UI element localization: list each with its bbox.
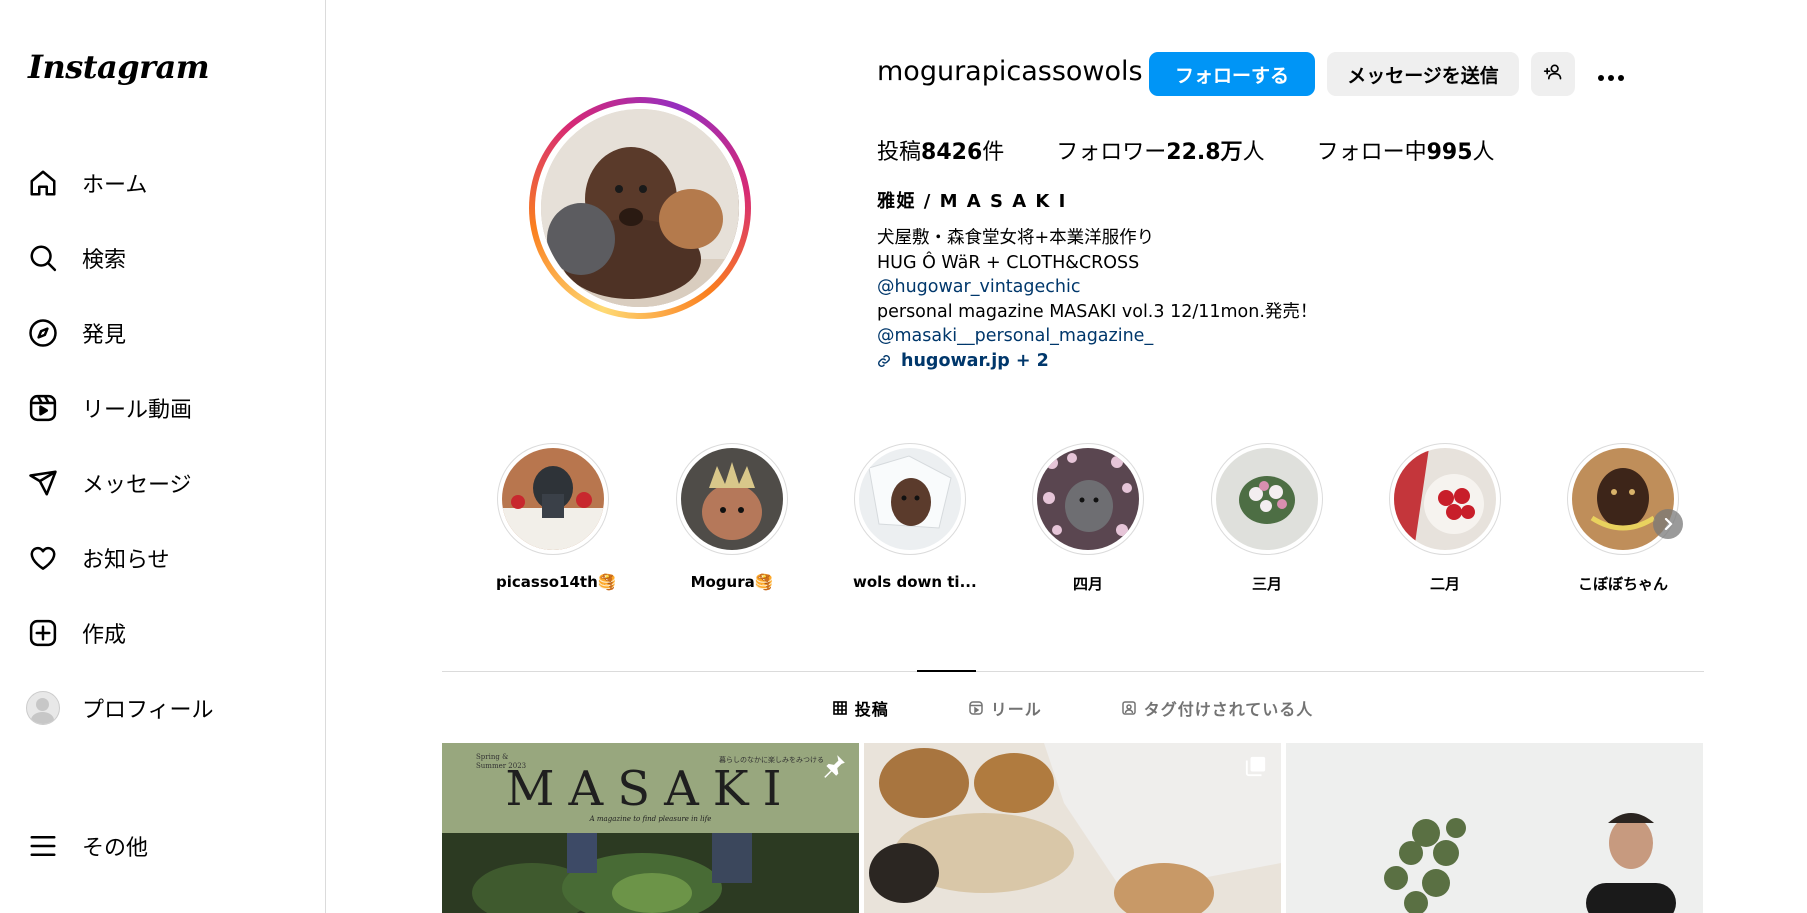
highlight-item[interactable]: 二月 xyxy=(1388,443,1502,594)
highlight-name: wols down ti... xyxy=(853,573,977,591)
more-options-button[interactable] xyxy=(1589,52,1633,96)
reels-icon xyxy=(968,701,983,715)
tab-posts[interactable]: 投稿 xyxy=(832,696,889,720)
plus-square-icon xyxy=(26,616,60,650)
highlight-name: 二月 xyxy=(1429,575,1460,593)
highlight-item[interactable]: Mogura🥞 xyxy=(675,443,789,591)
highlight-item[interactable]: wols down ti... xyxy=(853,443,977,591)
sidebar-item-profile[interactable]: プロフィール xyxy=(26,670,306,745)
carousel-icon xyxy=(1245,755,1267,781)
sidebar-item-home[interactable]: ホーム xyxy=(26,145,306,220)
website-link[interactable]: hugowar.jp + 2 xyxy=(901,349,1049,374)
tab-tagged[interactable]: タグ付けされている人 xyxy=(1122,696,1314,720)
sidebar-item-search[interactable]: 検索 xyxy=(26,220,306,295)
bio-line: HUG Ô WäR + CLOTH&CROSS xyxy=(877,252,1140,273)
avatar xyxy=(26,690,60,725)
search-icon xyxy=(26,241,60,275)
sidebar-item-label: その他 xyxy=(82,835,149,861)
highlight-name: こぼぼちゃん xyxy=(1577,575,1668,593)
active-tab-indicator xyxy=(917,670,976,672)
link-icon xyxy=(877,354,891,368)
highlight-cover xyxy=(1394,448,1496,550)
bio-line: 犬屋敷・森食堂女将+本業洋服作り xyxy=(877,228,1155,248)
sidebar-item-label: プロフィール xyxy=(82,697,214,723)
sidebar-item-label: お知らせ xyxy=(82,547,170,573)
sidebar-item-label: ホーム xyxy=(82,172,148,198)
suggest-users-button[interactable] xyxy=(1531,52,1575,96)
bio-mention-link[interactable]: @hugowar_vintagechic xyxy=(877,275,1317,300)
post-tile[interactable] xyxy=(1286,743,1703,913)
sidebar-item-label: 発見 xyxy=(82,322,127,348)
profile-picture[interactable] xyxy=(529,97,751,319)
highlight-item[interactable]: 三月 xyxy=(1210,443,1324,594)
instagram-logo[interactable]: Instagram xyxy=(28,48,210,86)
more-horizontal-icon xyxy=(1597,59,1625,89)
profile-tabs: 投稿 リール タグ付けされている人 xyxy=(442,670,1704,719)
highlight-cover xyxy=(502,448,604,550)
highlight-item[interactable]: 四月 xyxy=(1031,443,1145,594)
message-button[interactable]: メッセージを送信 xyxy=(1327,52,1519,96)
story-highlights: picasso14th🥞 Mogura🥞 wols down ti... 四月 … xyxy=(496,443,1679,594)
highlight-cover xyxy=(859,448,961,550)
tab-label: タグ付けされている人 xyxy=(1143,700,1314,719)
posts-grid: Spring & Summer 2023 暮らしのなかに楽しみをみつける MAS… xyxy=(442,743,1704,913)
profile-fullname: 雅姫 / M A S A K I xyxy=(877,191,1067,212)
followers-count[interactable]: フォロワー22.8万人 xyxy=(1056,134,1264,166)
posts-count: 投稿8426件 xyxy=(877,140,1005,165)
sidebar-item-reels[interactable]: リール動画 xyxy=(26,370,306,445)
reels-icon xyxy=(26,391,60,425)
bio-line: personal magazine MASAKI vol.3 12/11mon.… xyxy=(877,301,1318,322)
sidebar-item-label: メッセージ xyxy=(82,472,192,498)
sidebar-nav: ホーム 検索 発見 リール動画 メッセージ お知らせ 作成 プロフィール xyxy=(26,145,306,745)
following-count[interactable]: フォロー中995人 xyxy=(1317,134,1495,166)
highlight-cover xyxy=(681,448,783,550)
add-user-icon xyxy=(1543,62,1563,87)
sidebar-item-label: 作成 xyxy=(82,622,127,648)
tagged-user-icon xyxy=(1122,701,1136,715)
highlight-name: picasso14th🥞 xyxy=(496,573,617,591)
profile-stats: 投稿8426件 フォロワー22.8万人 フォロー中995人 xyxy=(877,134,1547,166)
highlight-item[interactable]: picasso14th🥞 xyxy=(496,443,617,591)
highlight-name: 四月 xyxy=(1072,575,1103,593)
compass-icon xyxy=(26,316,60,350)
profile-main: mogurapicassowols フォローする メッセージを送信 投稿8426… xyxy=(326,0,1807,913)
chevron-right-icon xyxy=(1662,514,1674,535)
sidebar-item-label: 検索 xyxy=(82,247,127,273)
send-icon xyxy=(26,466,60,500)
menu-icon xyxy=(26,829,60,863)
tab-label: リール xyxy=(990,700,1042,719)
heart-icon xyxy=(26,541,60,575)
pin-icon xyxy=(821,753,847,783)
profile-photo xyxy=(541,109,739,307)
highlight-name: Mogura🥞 xyxy=(690,573,774,591)
post-tile[interactable]: Spring & Summer 2023 暮らしのなかに楽しみをみつける MAS… xyxy=(442,743,859,913)
post-tile[interactable] xyxy=(864,743,1281,913)
sidebar-item-create[interactable]: 作成 xyxy=(26,595,306,670)
sidebar-item-label: リール動画 xyxy=(82,397,193,423)
sidebar-item-more[interactable]: その他 xyxy=(26,808,148,883)
sidebar-item-explore[interactable]: 発見 xyxy=(26,295,306,370)
post-magazine-subtitle: A magazine to find pleasure in life xyxy=(589,815,712,823)
sidebar-item-notifications[interactable]: お知らせ xyxy=(26,520,306,595)
tab-label: 投稿 xyxy=(854,700,889,719)
tab-reels[interactable]: リール xyxy=(968,696,1042,720)
highlight-cover xyxy=(1037,448,1139,550)
profile-username: mogurapicassowols xyxy=(877,56,1143,87)
sidebar: Instagram ホーム 検索 発見 リール動画 メッセージ お知らせ 作成 … xyxy=(0,0,326,913)
highlight-name: 三月 xyxy=(1251,575,1282,593)
post-magazine-title: MASAKI xyxy=(505,761,796,817)
highlight-cover xyxy=(1216,448,1318,550)
grid-icon xyxy=(832,701,847,715)
home-icon xyxy=(26,166,60,200)
bio-mention-link[interactable]: @masaki__personal_magazine_ xyxy=(877,324,1317,349)
follow-button[interactable]: フォローする xyxy=(1149,52,1315,96)
highlights-next-button[interactable] xyxy=(1653,509,1683,539)
profile-bio: 犬屋敷・森食堂女将+本業洋服作り HUG Ô WäR + CLOTH&CROSS… xyxy=(877,226,1317,373)
sidebar-item-messages[interactable]: メッセージ xyxy=(26,445,306,520)
